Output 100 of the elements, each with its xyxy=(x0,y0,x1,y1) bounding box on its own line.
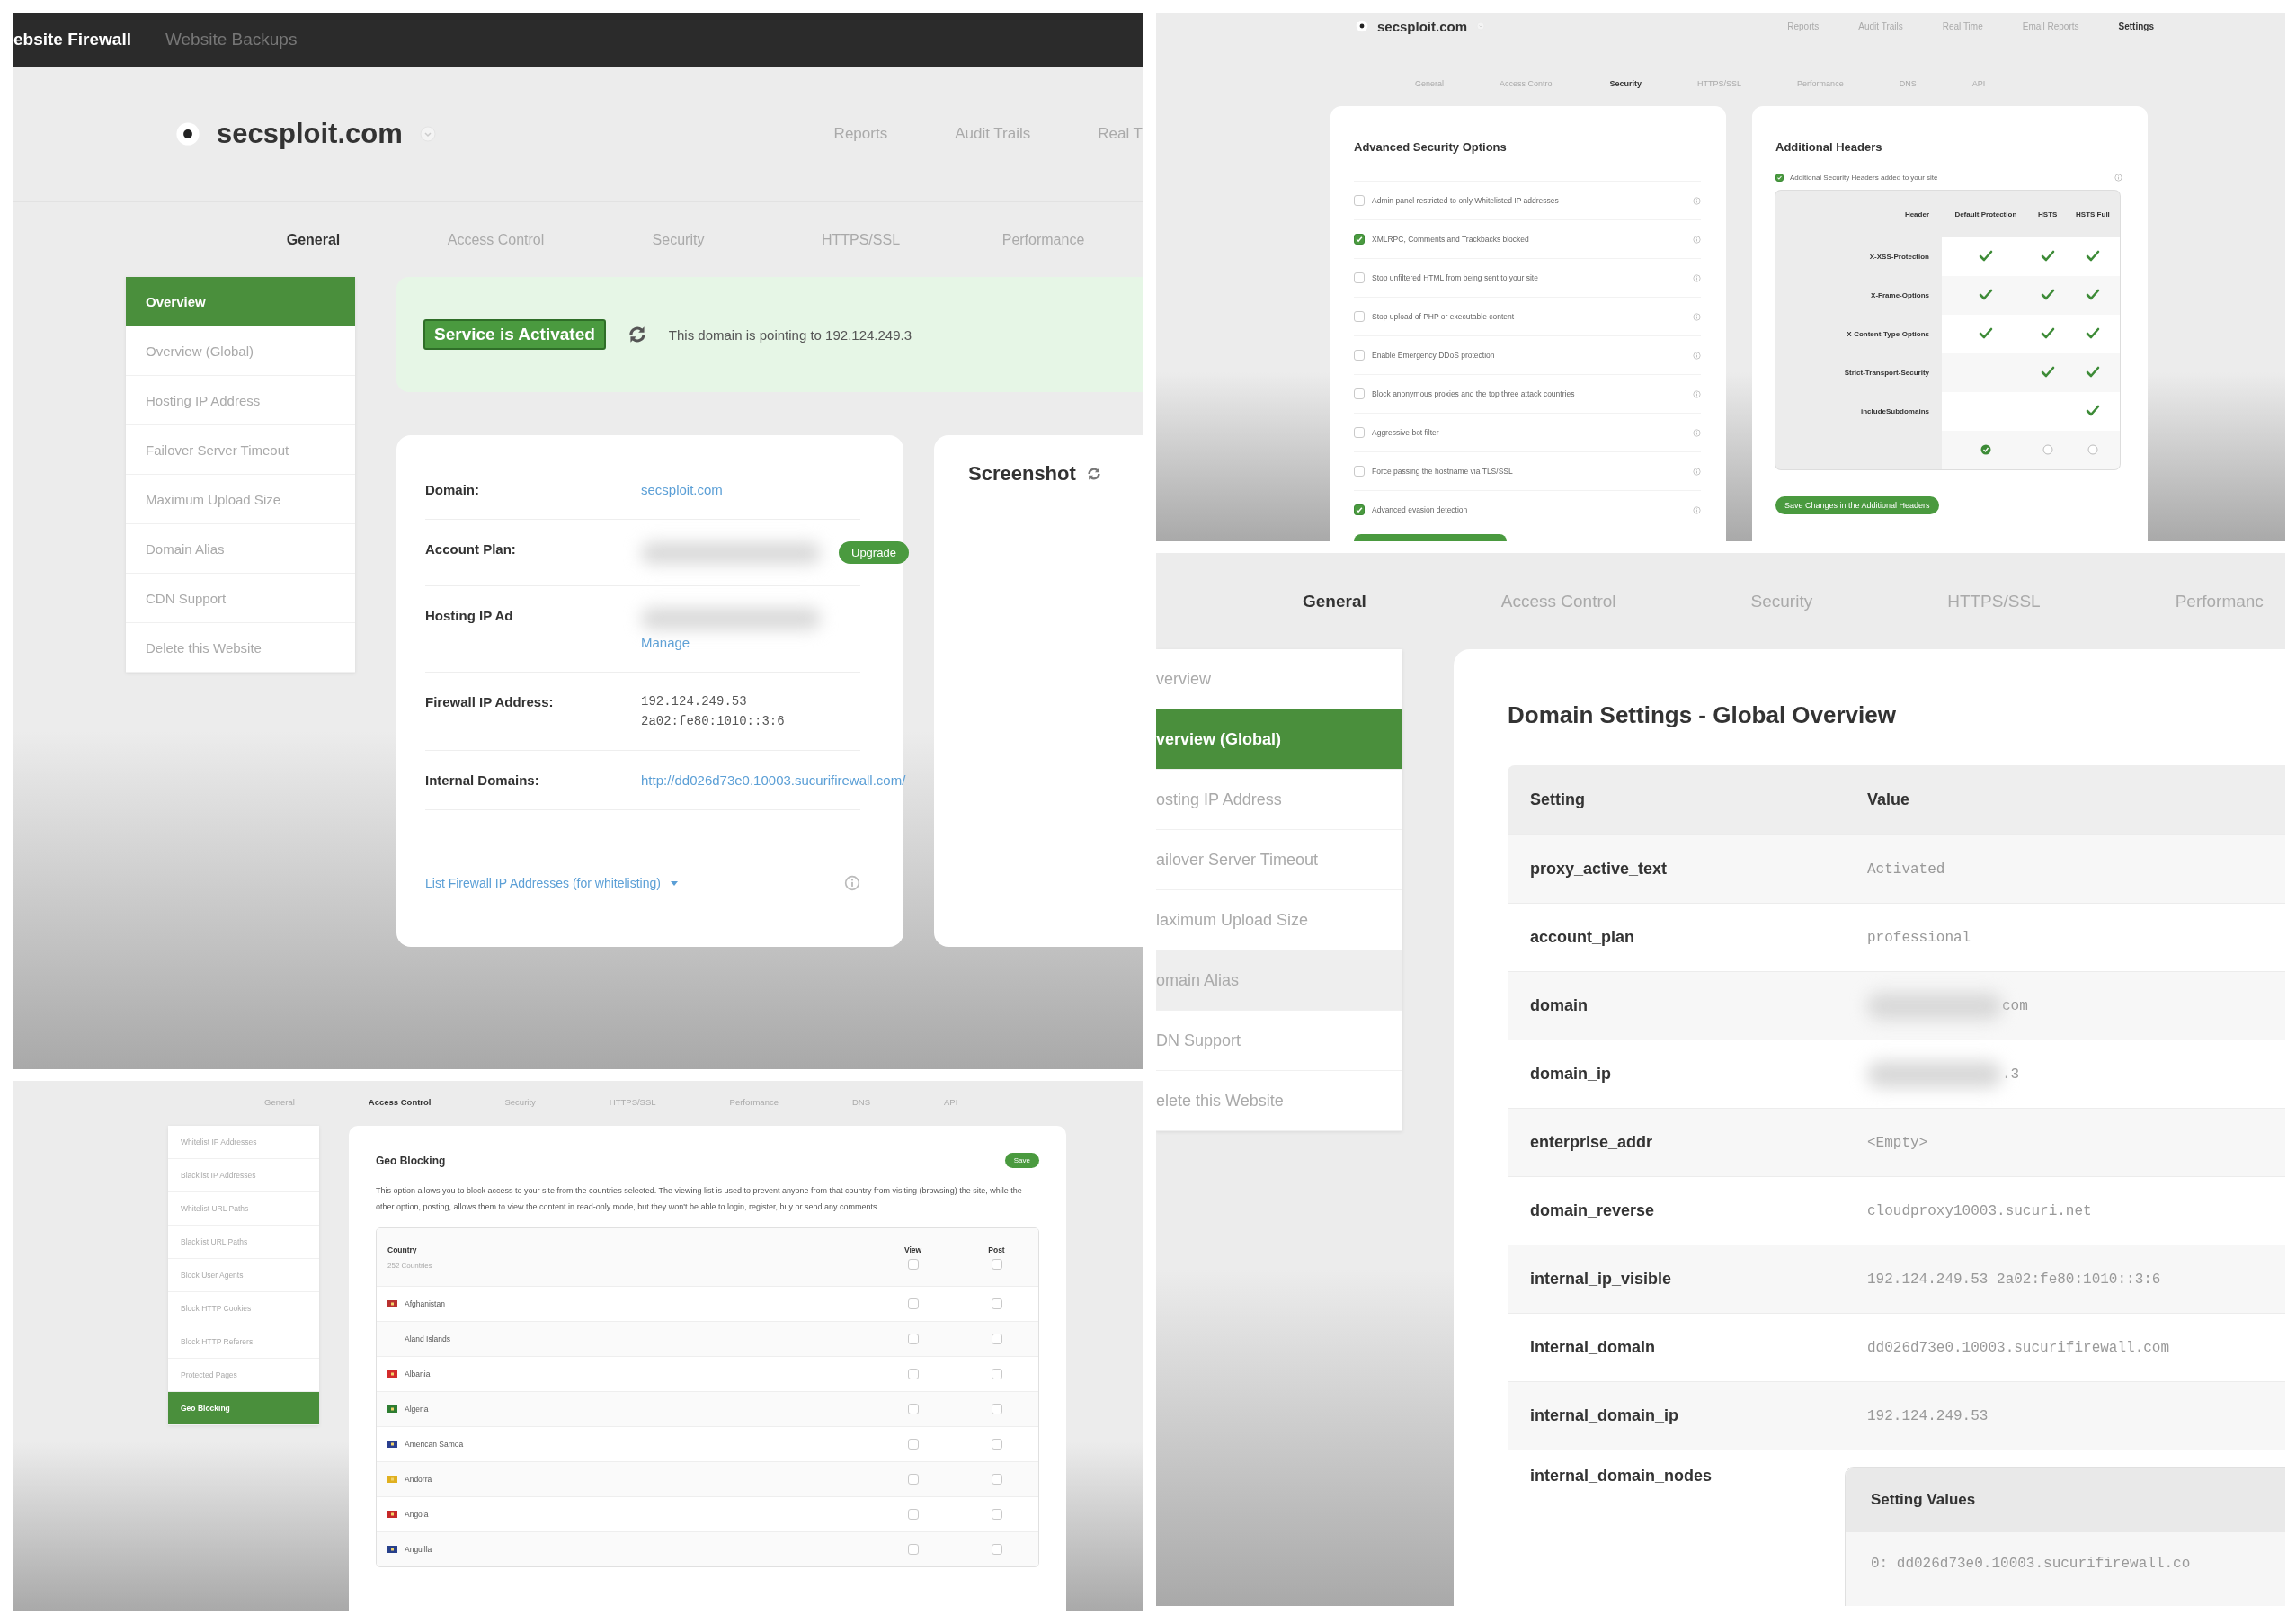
sidebar-item[interactable]: elete this Website xyxy=(1156,1071,1402,1131)
nav-link[interactable]: Reports xyxy=(1787,21,1820,31)
tab[interactable]: DNS xyxy=(851,1096,871,1107)
nav-link[interactable]: Settings xyxy=(2118,21,2154,31)
tab[interactable]: General xyxy=(1303,591,1366,611)
tab[interactable]: Access Control xyxy=(368,1096,432,1107)
info-icon[interactable] xyxy=(1693,467,1701,476)
list-link[interactable]: List Firewall IP Addresses (for whitelisting) xyxy=(425,876,661,890)
checkbox[interactable] xyxy=(1354,427,1365,438)
info-icon[interactable] xyxy=(1693,505,1701,514)
checkbox[interactable] xyxy=(907,1404,919,1414)
tab[interactable]: HTTPS/SSL xyxy=(770,231,952,248)
tab[interactable]: API xyxy=(1971,79,1986,88)
tab[interactable]: Performance xyxy=(952,231,1135,248)
checkbox[interactable] xyxy=(1354,350,1365,361)
checkbox[interactable] xyxy=(991,1544,1002,1555)
tab[interactable]: HTTPS/SSL xyxy=(1947,591,2041,611)
checkbox[interactable] xyxy=(991,1404,1002,1414)
sidebar-item[interactable]: Delete this Website xyxy=(126,623,355,673)
tab[interactable]: DNS xyxy=(1899,79,1917,88)
tab[interactable]: Access Control xyxy=(1500,591,1616,611)
nav-link[interactable]: Real Time xyxy=(1942,21,1983,31)
checkbox[interactable] xyxy=(907,1439,919,1450)
nav-link[interactable]: Audit Trails xyxy=(1858,21,1903,31)
tab[interactable]: API xyxy=(944,1096,958,1107)
tab[interactable]: HTTPS/SSL xyxy=(609,1096,656,1107)
sidebar-item[interactable]: Blacklist IP Addresses xyxy=(168,1159,319,1192)
sidebar-item[interactable]: Overview (Global) xyxy=(126,326,355,376)
info-icon[interactable] xyxy=(1693,273,1701,282)
save-button[interactable]: Save xyxy=(1004,1153,1039,1168)
tab[interactable]: Performance xyxy=(1797,79,1844,88)
nav-link[interactable]: Email Reports xyxy=(2022,21,2079,31)
tab[interactable]: Security xyxy=(1750,591,1813,611)
tab[interactable]: Access Control xyxy=(1500,79,1554,88)
sidebar-item[interactable]: verview (Global) xyxy=(1156,709,1402,770)
tab[interactable]: General xyxy=(222,231,405,248)
checkbox[interactable] xyxy=(1775,174,1784,182)
sidebar-item[interactable]: omain Alias xyxy=(1156,950,1402,1011)
checkbox[interactable] xyxy=(1354,234,1365,245)
radio-button[interactable] xyxy=(1980,443,1991,455)
top-bar-link[interactable]: Website Backups xyxy=(165,30,298,49)
checkbox[interactable] xyxy=(991,1258,1002,1270)
sidebar-item[interactable]: Block HTTP Cookies xyxy=(168,1292,319,1325)
checkbox[interactable] xyxy=(1354,504,1365,515)
checkbox[interactable] xyxy=(991,1298,1002,1309)
checkbox[interactable] xyxy=(907,1509,919,1520)
checkbox[interactable] xyxy=(907,1298,919,1309)
sidebar-item[interactable]: Failover Server Timeout xyxy=(126,425,355,475)
field-link[interactable]: http://dd026d73e0.10003.sucurifirewall.com/ xyxy=(641,772,906,788)
checkbox[interactable] xyxy=(907,1334,919,1344)
nav-link[interactable]: Reports xyxy=(833,125,888,143)
checkbox[interactable] xyxy=(1354,466,1365,477)
sidebar-item[interactable]: Block User Agents xyxy=(168,1259,319,1292)
sidebar-item[interactable]: Geo Blocking xyxy=(168,1392,319,1425)
tab[interactable]: Security xyxy=(587,231,770,248)
tab[interactable]: Performanc xyxy=(2175,591,2264,611)
field-link[interactable]: Manage xyxy=(641,635,860,650)
checkbox[interactable] xyxy=(1354,272,1365,283)
checkbox[interactable] xyxy=(1354,195,1365,206)
dropdown-icon[interactable] xyxy=(418,125,437,143)
checkbox[interactable] xyxy=(991,1439,1002,1450)
nav-link[interactable]: Real T xyxy=(1098,125,1143,143)
tab[interactable]: Performance xyxy=(729,1096,779,1107)
upgrade-button[interactable]: Upgrade xyxy=(839,541,909,564)
sidebar-item[interactable]: Whitelist IP Addresses xyxy=(168,1126,319,1159)
checkbox[interactable] xyxy=(907,1474,919,1485)
checkbox[interactable] xyxy=(907,1369,919,1379)
save-button[interactable]: Save Changes in the Additional Headers xyxy=(1775,496,1939,514)
info-icon[interactable] xyxy=(1693,389,1701,398)
info-icon[interactable] xyxy=(1693,312,1701,321)
tab[interactable]: Access Control xyxy=(405,231,587,248)
sidebar-item[interactable]: Hosting IP Address xyxy=(126,376,355,425)
info-icon[interactable] xyxy=(1693,351,1701,360)
sidebar-item[interactable]: Maximum Upload Size xyxy=(126,475,355,524)
top-bar-link[interactable]: ebsite Firewall xyxy=(13,30,131,49)
tab[interactable]: Security xyxy=(1609,79,1642,88)
sidebar-item[interactable]: osting IP Address xyxy=(1156,770,1402,830)
sidebar-item[interactable]: Overview xyxy=(126,277,355,326)
checkbox[interactable] xyxy=(991,1474,1002,1485)
sidebar-item[interactable]: Whitelist URL Paths xyxy=(168,1192,319,1226)
radio-button[interactable] xyxy=(2087,443,2098,455)
info-icon[interactable] xyxy=(1693,428,1701,437)
tab[interactable]: HTTPS/SSL xyxy=(1697,79,1742,88)
checkbox[interactable] xyxy=(991,1334,1002,1344)
sidebar-item[interactable]: CDN Support xyxy=(126,574,355,623)
nav-link[interactable]: Audit Trails xyxy=(955,125,1031,143)
checkbox[interactable] xyxy=(1354,311,1365,322)
info-icon[interactable] xyxy=(844,875,860,891)
checkbox[interactable] xyxy=(991,1369,1002,1379)
info-icon[interactable] xyxy=(2114,174,2122,182)
checkbox[interactable] xyxy=(907,1544,919,1555)
checkbox[interactable] xyxy=(907,1258,919,1270)
sidebar-item[interactable]: Blacklist URL Paths xyxy=(168,1226,319,1259)
tab[interactable]: General xyxy=(264,1096,295,1107)
tab[interactable]: Security xyxy=(504,1096,536,1107)
sidebar-item[interactable]: ailover Server Timeout xyxy=(1156,830,1402,890)
info-icon[interactable] xyxy=(1693,196,1701,205)
sidebar-item[interactable]: Domain Alias xyxy=(126,524,355,574)
info-icon[interactable] xyxy=(1693,235,1701,244)
field-link[interactable]: secsploit.com xyxy=(641,482,860,497)
